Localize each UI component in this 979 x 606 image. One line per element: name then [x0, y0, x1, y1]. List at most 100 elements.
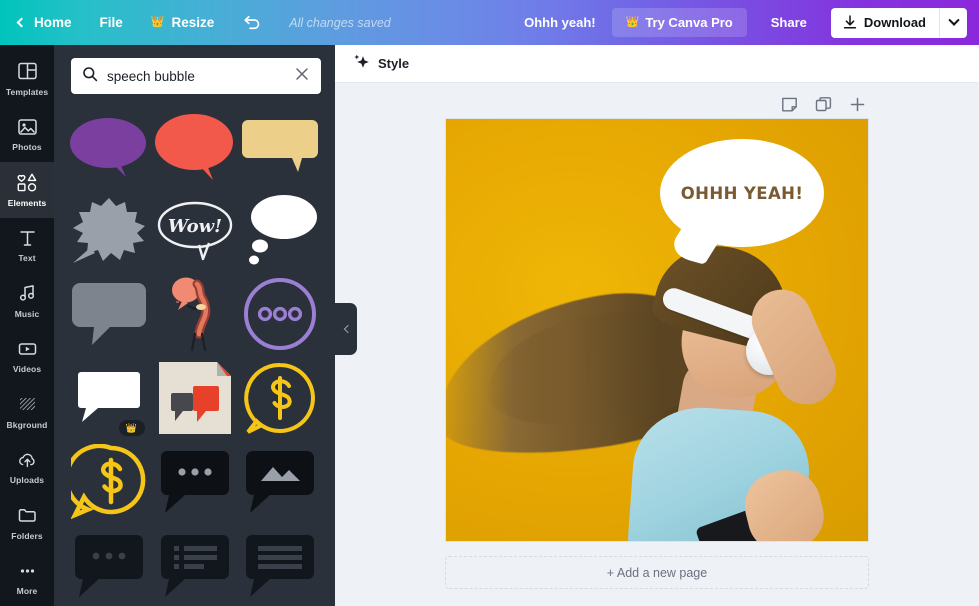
sidebar-label: Elements: [7, 197, 47, 208]
speech-bubble-text: OHHH YEAH!: [680, 183, 804, 203]
download-icon: [843, 15, 857, 29]
top-toolbar: Home File 👑 Resize All changes saved Ohh…: [0, 0, 979, 45]
share-label: Share: [770, 15, 807, 30]
element-yellow-rect-speech-bubble[interactable]: [239, 104, 323, 188]
sidebar-item-photos[interactable]: Photos: [0, 107, 54, 163]
videos-icon: [16, 338, 38, 359]
file-label: File: [99, 15, 123, 30]
sidebar-label: Bkground: [6, 419, 48, 430]
element-wow-outline-speech-bubble[interactable]: Wow!: [153, 188, 237, 272]
uploads-icon: [16, 449, 38, 470]
element-purple-oval-speech-bubble[interactable]: [67, 104, 151, 188]
sidebar-label: Photos: [12, 142, 42, 153]
text-icon: [16, 227, 38, 248]
design-page[interactable]: OHHH YEAH!: [445, 118, 869, 542]
element-gray-burst-speech-bubble[interactable]: [67, 188, 151, 272]
pro-crown-badge: 👑: [118, 420, 145, 436]
add-new-page-button[interactable]: + Add a new page: [445, 556, 869, 589]
element-bacon-character-bubble[interactable]: [153, 272, 237, 356]
search-box[interactable]: [71, 58, 321, 94]
clear-search-icon[interactable]: [293, 65, 311, 88]
sidebar-label: Text: [18, 253, 36, 264]
canvas-area: OHHH YEAH!: [335, 118, 979, 542]
chevron-down-icon: [947, 14, 960, 26]
music-icon: [16, 283, 38, 304]
duplicate-page-icon[interactable]: [814, 95, 832, 113]
sidebar-label: Videos: [12, 364, 42, 375]
notes-icon[interactable]: [780, 95, 798, 113]
more-icon: [16, 560, 38, 581]
element-white-thought-bubble[interactable]: [239, 188, 323, 272]
file-menu-button[interactable]: File: [86, 0, 137, 45]
page-tools: [335, 83, 979, 118]
home-label: Home: [34, 15, 72, 30]
sidebar-item-music[interactable]: Music: [0, 273, 54, 329]
canva-editor: Home File 👑 Resize All changes saved Ohh…: [0, 0, 979, 606]
sidebar-label: Templates: [5, 86, 49, 97]
sidebar-label: Music: [14, 308, 40, 319]
sidebar-item-elements[interactable]: Elements: [0, 162, 54, 218]
resize-label: Resize: [171, 15, 215, 30]
crown-icon: 👑: [625, 16, 640, 28]
pro-label: Try Canva Pro: [645, 15, 733, 30]
sidebar-item-folders[interactable]: Folders: [0, 495, 54, 551]
background-icon: [16, 394, 38, 415]
elements-results-grid: Wow! 👑: [54, 104, 335, 606]
undo-button[interactable]: [228, 0, 275, 45]
elements-icon: [16, 172, 38, 193]
try-canva-pro-button[interactable]: 👑 Try Canva Pro: [611, 8, 747, 37]
element-dark-list-speech-bubble[interactable]: [153, 524, 237, 606]
download-button[interactable]: Download: [831, 8, 939, 38]
chevron-left-icon: [343, 324, 352, 334]
sidebar-item-templates[interactable]: Templates: [0, 51, 54, 107]
elements-panel: Wow!: [54, 45, 335, 606]
element-red-oval-speech-bubble[interactable]: [153, 104, 237, 188]
element-yellow-dollar-bubble-circle[interactable]: [67, 440, 151, 524]
chevron-left-icon: [16, 17, 27, 28]
folders-icon: [16, 505, 38, 526]
element-dark-lines-speech-bubble[interactable]: [239, 524, 323, 606]
photos-icon: [16, 116, 38, 137]
search-area: [54, 45, 335, 104]
element-gray-rect-speech-bubble[interactable]: [67, 272, 151, 356]
sidebar-label: Uploads: [9, 475, 45, 486]
element-yellow-dollar-bubble-outline[interactable]: [239, 356, 323, 440]
element-dark-dots-speech-bubble[interactable]: [67, 524, 151, 606]
sidebar-item-uploads[interactable]: Uploads: [0, 440, 54, 496]
sidebar-item-background[interactable]: Bkground: [0, 384, 54, 440]
sparkle-icon: [353, 53, 370, 75]
add-page-area: + Add a new page: [335, 542, 979, 589]
left-nav-rail: Templates Photos Elements Text Music Vid…: [0, 45, 54, 606]
sidebar-label: Folders: [11, 530, 43, 541]
search-input[interactable]: [107, 68, 284, 84]
search-icon: [82, 66, 98, 87]
element-white-rect-speech-bubble[interactable]: 👑: [67, 356, 151, 440]
download-options-button[interactable]: [939, 7, 967, 38]
design-title[interactable]: Ohhh yeah!: [508, 15, 612, 30]
design-speech-bubble[interactable]: OHHH YEAH!: [660, 139, 824, 265]
save-status: All changes saved: [289, 15, 391, 30]
element-black-image-speech-bubble[interactable]: [239, 440, 323, 524]
undo-icon: [244, 15, 260, 29]
resize-button[interactable]: 👑 Resize: [137, 0, 228, 45]
svg-text:Wow!: Wow!: [167, 216, 221, 237]
home-button[interactable]: Home: [0, 0, 86, 45]
collapse-panel-button[interactable]: [335, 303, 357, 355]
sidebar-label: More: [16, 586, 38, 597]
sidebar-item-more[interactable]: More: [0, 551, 54, 606]
style-toolbar: Style: [335, 45, 979, 83]
element-beige-card-chat-bubbles[interactable]: [153, 356, 237, 440]
download-group: Download: [830, 7, 967, 38]
download-label: Download: [863, 15, 926, 30]
templates-icon: [16, 61, 38, 82]
top-toolbar-left: Home File 👑 Resize All changes saved: [0, 0, 391, 45]
sidebar-item-videos[interactable]: Videos: [0, 329, 54, 385]
style-label: Style: [378, 56, 410, 71]
add-page-icon[interactable]: [848, 95, 866, 113]
element-black-dots-speech-bubble[interactable]: [153, 440, 237, 524]
element-purple-dots-circle-bubble[interactable]: [239, 272, 323, 356]
share-button[interactable]: Share: [755, 8, 823, 37]
sidebar-item-text[interactable]: Text: [0, 218, 54, 274]
crown-icon: 👑: [150, 16, 165, 28]
add-page-label: + Add a new page: [606, 565, 708, 580]
